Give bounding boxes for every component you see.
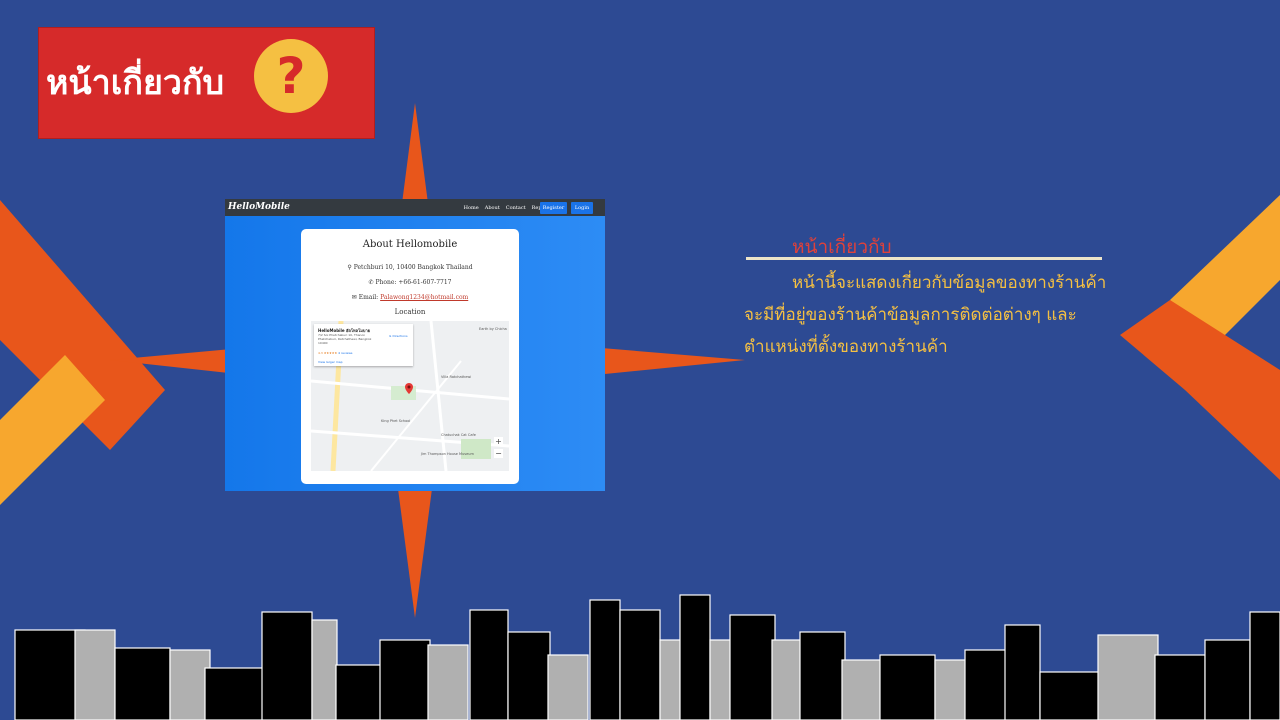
- description-line: ตำแหน่งที่ตั้งของทางร้านค้า: [744, 337, 948, 357]
- question-icon: ?: [254, 39, 328, 113]
- email-line: ✉ Email: Palawong1234@hotmail.com: [301, 294, 519, 301]
- map-marker-icon: ⚲: [347, 264, 352, 271]
- city-skyline: [14, 594, 1280, 720]
- brand-logo[interactable]: HelloMobile: [228, 202, 290, 212]
- right-orange-stripe: [1120, 300, 1280, 480]
- navbar: HelloMobile Home About Contact Report Re…: [225, 199, 605, 216]
- address-line: ⚲ Petchburi 10, 10400 Bangkok Thailand: [301, 264, 519, 271]
- review-count[interactable]: 4 reviews: [338, 351, 352, 355]
- phone-number: +66-61-607-7717: [398, 279, 452, 286]
- map-label: Chatuchak Cat Cafe: [441, 433, 476, 437]
- location-label: Location: [394, 308, 426, 316]
- phone-line: ✆ Phone: +66-61-607-7717: [301, 279, 519, 286]
- map-place-popup: HelloMobile ฮัลโหลโมบาย 7/2 Soi Phetchab…: [314, 324, 413, 366]
- address-text: Petchburi 10, 10400 Bangkok Thailand: [353, 264, 473, 271]
- place-address: 7/2 Soi Phetchaburi 10, Thanon Phetchabu…: [318, 333, 372, 345]
- phone-label: Phone:: [375, 279, 397, 286]
- zoom-out-button[interactable]: −: [494, 449, 503, 458]
- slide-title: หน้าเกี่ยวกับ: [46, 63, 225, 103]
- email-label: Email:: [358, 294, 379, 301]
- nav-link-home[interactable]: Home: [464, 205, 479, 211]
- view-larger-map-link[interactable]: View larger map: [318, 360, 343, 364]
- rating-stars: 4.3 ★★★★★: [318, 351, 338, 355]
- envelope-icon: ✉: [351, 294, 357, 301]
- map-label: Earth by Chicha: [479, 327, 507, 331]
- map-label: King Phet School: [381, 419, 411, 423]
- directions-button[interactable]: ➤ Directions: [389, 334, 408, 338]
- email-link[interactable]: Palawong1234@hotmail.com: [380, 294, 468, 301]
- place-rating: 4.3 ★★★★★ 4 reviews: [318, 351, 353, 355]
- map-label: Jim Thompson House Museum: [421, 452, 474, 456]
- register-button[interactable]: Register: [540, 202, 567, 214]
- heading-underline: [746, 257, 1102, 260]
- description-line: จะมีที่อยู่ของร้านค้าข้อมูลการติดต่อต่าง…: [744, 305, 1077, 325]
- description-line: หน้านี้จะแสดงเกี่ยวกับข้อมูลของทางร้านค้…: [792, 273, 1107, 293]
- directions-label: Directions: [392, 334, 408, 338]
- website-screenshot: HelloMobile Home About Contact Report Re…: [225, 199, 605, 491]
- map-pin-icon[interactable]: [405, 379, 413, 394]
- nav-link-about[interactable]: About: [485, 205, 500, 211]
- login-button[interactable]: Login: [571, 202, 593, 214]
- about-card: About Hellomobile ⚲ Petchburi 10, 10400 …: [301, 229, 519, 484]
- zoom-in-button[interactable]: +: [494, 437, 503, 446]
- nav-links: Home About Contact Report: [464, 205, 549, 211]
- phone-icon: ✆: [368, 279, 374, 286]
- embedded-map[interactable]: Earth by Chicha Villa Ratchathewi King P…: [311, 321, 509, 471]
- map-label: Villa Ratchathewi: [441, 375, 472, 379]
- slide-title-box: หน้าเกี่ยวกับ ?: [38, 27, 375, 139]
- card-title: About Hellomobile: [362, 239, 458, 250]
- nav-link-contact[interactable]: Contact: [506, 205, 526, 211]
